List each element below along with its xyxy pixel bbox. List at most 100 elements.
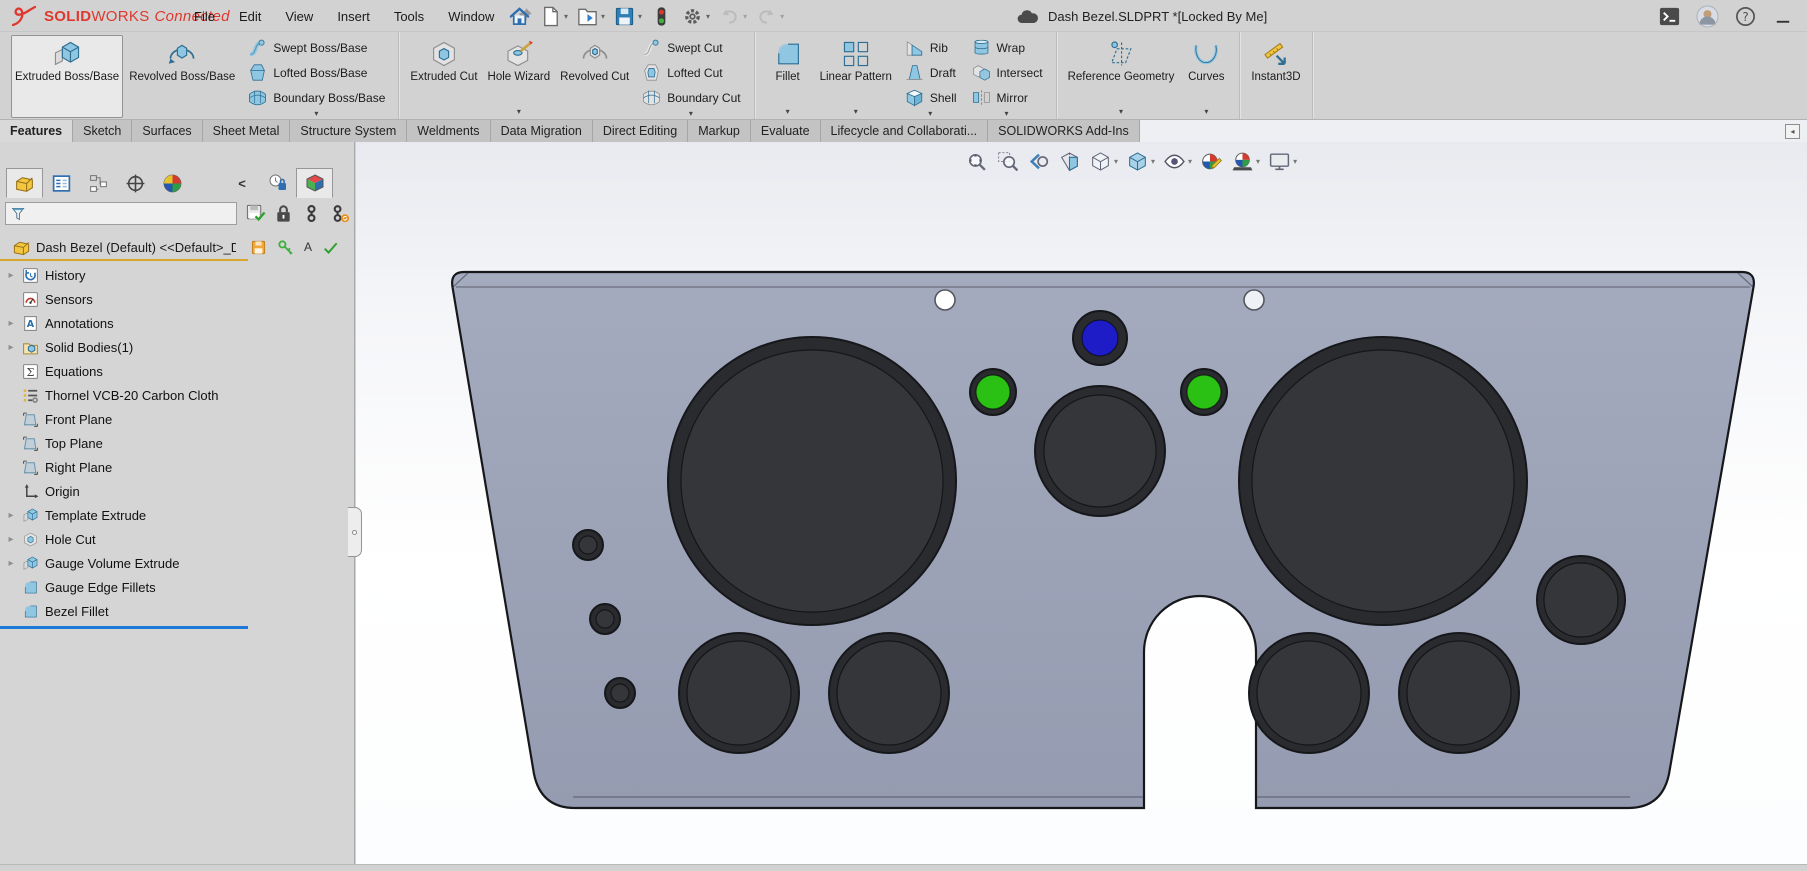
switch-hole-2[interactable]	[590, 604, 620, 634]
tree-item-origin[interactable]: Origin	[0, 479, 354, 503]
dropdown-caret-icon[interactable]: ▾	[1119, 107, 1123, 116]
menu-tools[interactable]: Tools	[382, 0, 436, 32]
tree-item-top-plane[interactable]: Top Plane	[0, 431, 354, 455]
tab-structure-system[interactable]: Structure System	[290, 120, 407, 142]
edit-appearance-button[interactable]	[1199, 149, 1224, 174]
extruded-boss-base-button[interactable]: Extruded Boss/Base	[11, 35, 123, 118]
configurationmanager-tab[interactable]	[80, 168, 117, 198]
intersect-button[interactable]: Intersect	[967, 60, 1047, 85]
wrap-button[interactable]: Wrap	[967, 35, 1047, 60]
expand-arrow-icon[interactable]: ▸	[0, 558, 22, 569]
dropdown-caret-icon[interactable]: ▾	[637, 110, 744, 118]
draft-button[interactable]: Draft	[900, 60, 961, 85]
mount-hole-left[interactable]	[935, 290, 955, 310]
tab-direct-editing[interactable]: Direct Editing	[593, 120, 688, 142]
dropdown-caret-icon[interactable]: ▾	[967, 110, 1047, 118]
featuremanager-tab[interactable]	[6, 168, 43, 198]
extruded-cut-button[interactable]: Extruded Cut	[406, 35, 481, 118]
tree-item-hole-cut[interactable]: ▸Hole Cut	[0, 527, 354, 551]
dropdown-caret-icon[interactable]: ▾	[601, 12, 605, 21]
revolved-cut-button[interactable]: Revolved Cut	[556, 35, 633, 118]
tree-item-template-extrude[interactable]: ▸Template Extrude	[0, 503, 354, 527]
lofted-cut-button[interactable]: Lofted Cut	[637, 60, 744, 85]
dropdown-caret-icon[interactable]: ▾	[1204, 107, 1208, 116]
collapse-panel-button[interactable]: <	[231, 168, 253, 198]
shell-button[interactable]: Shell	[900, 85, 961, 110]
aux-gauge-bottom-left-1[interactable]	[679, 633, 799, 753]
zoom-to-area-button[interactable]	[995, 149, 1020, 174]
revolved-boss-base-button[interactable]: Revolved Boss/Base	[125, 35, 239, 118]
boundary-cut-button[interactable]: Boundary Cut	[637, 85, 744, 110]
instant3d-button[interactable]: Instant3D	[1247, 35, 1304, 118]
view-orientation-button[interactable]: ▾	[1088, 149, 1119, 174]
redo-button[interactable]: ▾	[752, 3, 787, 30]
dropdown-caret-icon[interactable]: ▾	[564, 12, 568, 21]
dropdown-caret-icon[interactable]: ▾	[786, 107, 790, 116]
menu-edit[interactable]: Edit	[227, 0, 273, 32]
propertymanager-tab[interactable]	[43, 168, 80, 198]
tab-sketch[interactable]: Sketch	[73, 120, 132, 142]
tab-features[interactable]: Features	[0, 120, 73, 142]
tree-root-dash-bezel[interactable]: Dash Bezel (Default) <<Default>_DispA	[0, 235, 354, 259]
menu-window[interactable]: Window	[436, 0, 506, 32]
rib-button[interactable]: Rib	[900, 35, 961, 60]
mirror-button[interactable]: Mirror	[967, 85, 1047, 110]
aux-gauge-right[interactable]	[1537, 556, 1625, 644]
dropdown-caret-icon[interactable]: ▾	[900, 110, 961, 118]
displaymanager-tab[interactable]	[154, 168, 191, 198]
collapse-task-pane-button[interactable]: ◂	[1785, 124, 1800, 139]
lofted-boss-base-button[interactable]: Lofted Boss/Base	[243, 60, 389, 85]
new-document-button[interactable]: ▾	[536, 3, 571, 30]
indicator-green-right[interactable]	[1181, 369, 1227, 415]
expand-arrow-icon[interactable]: ▸	[0, 318, 22, 329]
left-main-gauge[interactable]	[668, 337, 956, 625]
dropdown-caret-icon[interactable]: ▾	[243, 110, 389, 118]
curves-button[interactable]: Curves▾	[1180, 35, 1232, 118]
apply-scene-button[interactable]: ▾	[1230, 149, 1261, 174]
display-style-button[interactable]: ▾	[1125, 149, 1156, 174]
tree-item-annotations[interactable]: ▸AAnnotations	[0, 311, 354, 335]
user-avatar[interactable]	[1696, 5, 1719, 28]
panel-splitter-handle[interactable]	[348, 507, 362, 557]
view-settings-button[interactable]: ▾	[1267, 149, 1298, 174]
indicator-green-left[interactable]	[970, 369, 1016, 415]
center-gauge[interactable]	[1035, 386, 1165, 516]
aux-gauge-bottom-left-2[interactable]	[829, 633, 949, 753]
feature-filter-input[interactable]	[5, 202, 237, 225]
menu-insert[interactable]: Insert	[325, 0, 382, 32]
tab-markup[interactable]: Markup	[688, 120, 751, 142]
dropdown-caret-icon[interactable]: ▾	[743, 12, 747, 21]
dropdown-caret-icon[interactable]: ▾	[780, 12, 784, 21]
dropdown-caret-icon[interactable]: ▾	[1293, 157, 1297, 166]
tab-lifecycle-and-collaborati[interactable]: Lifecycle and Collaborati...	[821, 120, 989, 142]
minimize-button[interactable]	[1772, 5, 1795, 28]
fillet-button[interactable]: Fillet▾	[762, 35, 814, 118]
tab-sheet-metal[interactable]: Sheet Metal	[203, 120, 291, 142]
tree-item-gauge-edge-fillets[interactable]: Gauge Edge Fillets	[0, 575, 354, 599]
tab-evaluate[interactable]: Evaluate	[751, 120, 821, 142]
lifecycle-status-button[interactable]	[647, 3, 676, 30]
aux-gauge-bottom-right-2[interactable]	[1399, 633, 1519, 753]
save-button[interactable]: ▾	[610, 3, 645, 30]
tree-item-thornel-vcb-20-carbon-cloth[interactable]: Thornel VCB-20 Carbon Cloth	[0, 383, 354, 407]
link-button[interactable]	[301, 203, 322, 224]
tab-weldments[interactable]: Weldments	[407, 120, 490, 142]
menu-file[interactable]: File	[182, 0, 227, 32]
expand-arrow-icon[interactable]: ▸	[0, 342, 22, 353]
indicator-blue[interactable]	[1073, 311, 1127, 365]
tab-solidworks-add-ins[interactable]: SOLIDWORKS Add-Ins	[988, 120, 1140, 142]
tree-item-sensors[interactable]: Sensors	[0, 287, 354, 311]
tree-item-front-plane[interactable]: Front Plane	[0, 407, 354, 431]
tree-item-equations[interactable]: ΣEquations	[0, 359, 354, 383]
boundary-boss-base-button[interactable]: Boundary Boss/Base	[243, 85, 389, 110]
graphics-viewport[interactable]: ▾▾▾▾▾	[356, 142, 1807, 864]
rollback-bar[interactable]	[0, 626, 248, 629]
locked-button[interactable]	[273, 203, 294, 224]
options-gear-button[interactable]: ▾	[678, 3, 713, 30]
command-prompt-button[interactable]	[1658, 5, 1681, 28]
link-refresh-button[interactable]	[329, 203, 350, 224]
dropdown-caret-icon[interactable]: ▾	[638, 12, 642, 21]
dropdown-caret-icon[interactable]: ▾	[517, 107, 521, 116]
dropdown-caret-icon[interactable]: ▾	[706, 12, 710, 21]
model-dash-bezel[interactable]	[356, 142, 1807, 864]
